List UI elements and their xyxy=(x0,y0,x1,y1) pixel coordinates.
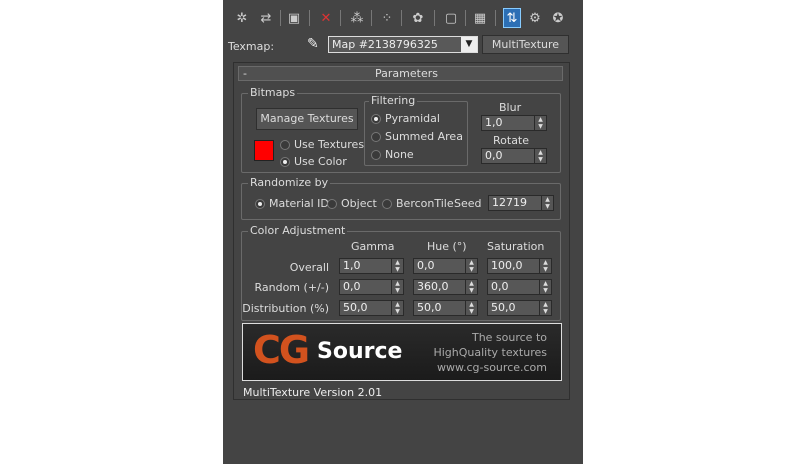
show-end-result-icon[interactable]: ⇅ xyxy=(503,8,521,28)
filter-pyramidal-radio[interactable]: Pyramidal xyxy=(371,112,440,125)
map-type-button[interactable]: MultiTexture xyxy=(482,35,569,54)
rollout-title: Parameters xyxy=(375,67,438,80)
rotate-spinner[interactable]: 0,0 ▲ ▼ xyxy=(481,148,547,164)
overall-hue-spinner[interactable]: 0,0 ▲ ▼ xyxy=(413,258,478,274)
texmap-label: Texmap: xyxy=(228,40,275,53)
pick-material-icon[interactable]: ✲ xyxy=(233,8,251,28)
bitmaps-title: Bitmaps xyxy=(248,86,298,99)
map-name-dropdown[interactable]: Map #2138796325 ▼ xyxy=(328,36,478,53)
color-adjustment-title: Color Adjustment xyxy=(248,224,348,237)
cg-source-banner[interactable]: CG Source The source to HighQuality text… xyxy=(242,323,562,381)
make-unique-icon[interactable]: ⁘ xyxy=(378,8,396,28)
distribution-hue-spinner[interactable]: 50,0 ▲ ▼ xyxy=(413,300,478,316)
random-gamma-spinner[interactable]: 0,0 ▲ ▼ xyxy=(339,279,404,295)
delete-icon[interactable]: ✕ xyxy=(317,8,335,28)
random-saturation-spinner[interactable]: 0,0 ▲ ▼ xyxy=(487,279,552,295)
manage-textures-button[interactable]: Manage Textures xyxy=(256,108,358,130)
chevron-down-icon[interactable]: ▼ xyxy=(461,37,477,52)
go-forward-icon[interactable]: ✪ xyxy=(549,8,567,28)
random-hue-spinner[interactable]: 360,0 ▲ ▼ xyxy=(413,279,478,295)
seed-label: Seed xyxy=(454,197,482,210)
gamma-header: Gamma xyxy=(351,240,395,253)
tagline-2: HighQuality textures xyxy=(433,346,547,359)
blur-label: Blur xyxy=(499,101,522,114)
saturation-header: Saturation xyxy=(487,240,545,253)
random-label: Random (+/-) xyxy=(254,281,329,294)
eyedropper-icon[interactable]: ✎ xyxy=(307,36,319,52)
show-map-icon[interactable]: ▦ xyxy=(471,8,489,28)
version-text: MultiTexture Version 2.01 xyxy=(243,386,383,399)
hue-header: Hue (°) xyxy=(427,240,467,253)
assign-to-selection-icon[interactable]: ▣ xyxy=(285,8,303,28)
logo-cg: CG xyxy=(253,328,310,372)
material-editor-panel: ✲ ⇄ ▣ ✕ ⁂ ⁘ ✿ ▢ ▦ ⇅ ⚙ ✪ Texmap: ✎ Map #2… xyxy=(223,0,583,464)
put-to-library-icon[interactable]: ✿ xyxy=(409,8,427,28)
rollout-header[interactable]: - Parameters xyxy=(238,66,563,81)
seed-spinner[interactable]: 12719 ▲ ▼ xyxy=(488,195,554,211)
randomize-bercontile-radio[interactable]: BerconTile xyxy=(382,197,454,210)
distribution-gamma-spinner[interactable]: 50,0 ▲ ▼ xyxy=(339,300,404,316)
logo-source: Source xyxy=(317,339,403,364)
randomize-title: Randomize by xyxy=(248,176,331,189)
put-to-scene-icon[interactable]: ⇄ xyxy=(257,8,275,28)
filter-none-radio[interactable]: None xyxy=(371,148,414,161)
overall-gamma-spinner[interactable]: 1,0 ▲ ▼ xyxy=(339,258,404,274)
material-id-icon[interactable]: ▢ xyxy=(442,8,460,28)
tagline-1: The source to xyxy=(471,331,547,344)
blur-spinner[interactable]: 1,0 ▲ ▼ xyxy=(481,115,547,131)
use-color-radio[interactable]: Use Color xyxy=(280,155,347,168)
rotate-label: Rotate xyxy=(493,134,530,147)
randomize-object-radio[interactable]: Object xyxy=(327,197,377,210)
copy-map-icon[interactable]: ⁂ xyxy=(348,8,366,28)
randomize-material-id-radio[interactable]: Material ID xyxy=(255,197,329,210)
map-name-value[interactable]: Map #2138796325 xyxy=(329,37,461,52)
collapse-toggle[interactable]: - xyxy=(239,67,251,80)
overall-label: Overall xyxy=(289,261,329,274)
filtering-title: Filtering xyxy=(369,94,418,107)
distribution-label: Distribution (%) xyxy=(242,302,329,315)
distribution-saturation-spinner[interactable]: 50,0 ▲ ▼ xyxy=(487,300,552,316)
use-textures-radio[interactable]: Use Textures xyxy=(280,138,364,151)
overall-saturation-spinner[interactable]: 100,0 ▲ ▼ xyxy=(487,258,552,274)
go-to-parent-icon[interactable]: ⚙ xyxy=(526,8,544,28)
banner-url[interactable]: www.cg-source.com xyxy=(437,361,547,374)
color-swatch[interactable] xyxy=(254,140,274,161)
filter-summed-area-radio[interactable]: Summed Area xyxy=(371,130,463,143)
